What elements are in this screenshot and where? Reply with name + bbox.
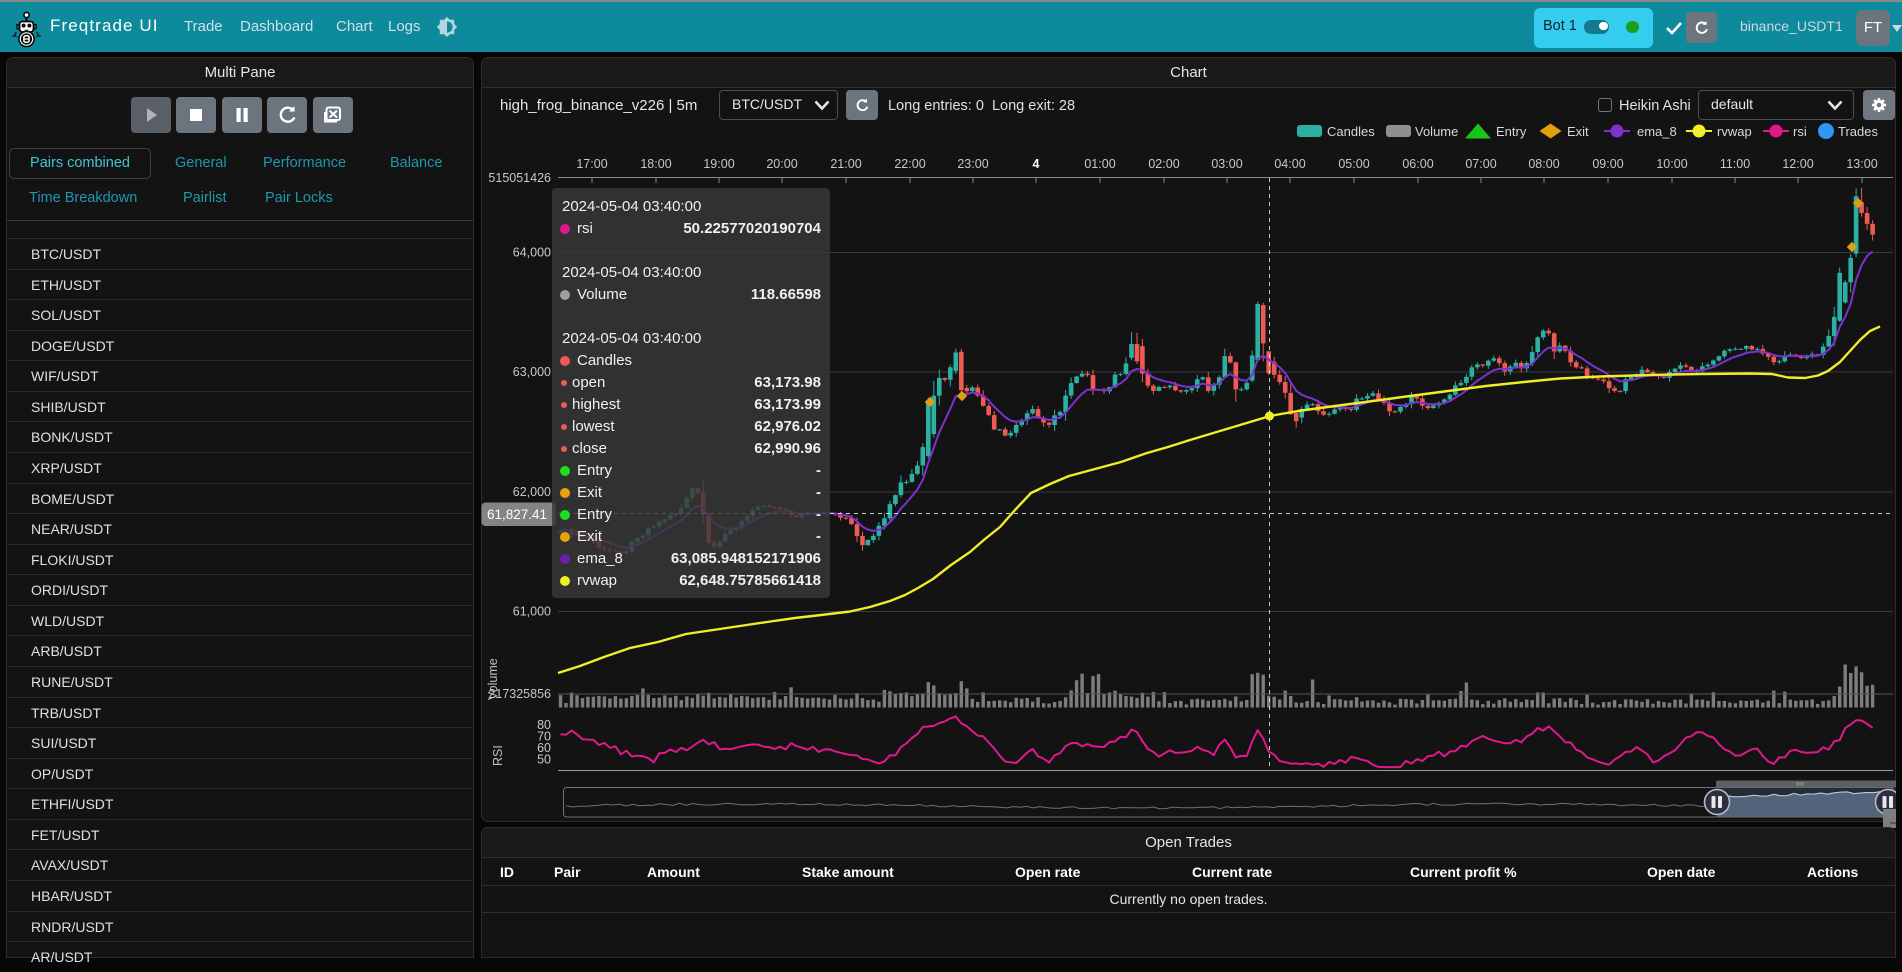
svg-text:08:00: 08:00: [1528, 157, 1559, 171]
svg-text:05:00: 05:00: [1338, 157, 1369, 171]
svg-text:06:00: 06:00: [1402, 157, 1433, 171]
svg-text:ema_8: ema_8: [1637, 124, 1677, 139]
svg-text:13:00: 13:00: [1846, 157, 1877, 171]
svg-text:10:00: 10:00: [1656, 157, 1687, 171]
svg-text:21:00: 21:00: [830, 157, 861, 171]
svg-text:Entry: Entry: [1496, 124, 1527, 139]
svg-text:01:00: 01:00: [1084, 157, 1115, 171]
svg-text:4: 4: [1033, 157, 1040, 171]
svg-text:07:00: 07:00: [1465, 157, 1496, 171]
svg-text:RSI: RSI: [491, 745, 505, 766]
svg-text:rsi: rsi: [1793, 124, 1807, 139]
svg-text:02:00: 02:00: [1148, 157, 1179, 171]
svg-text:64,000: 64,000: [513, 246, 551, 260]
svg-text:19:00: 19:00: [703, 157, 734, 171]
svg-text:18:00: 18:00: [640, 157, 671, 171]
svg-text:09:00: 09:00: [1592, 157, 1623, 171]
svg-text:20:00: 20:00: [766, 157, 797, 171]
svg-text:61,000: 61,000: [513, 605, 551, 619]
svg-text:61,827.41: 61,827.41: [487, 507, 547, 522]
svg-text:22:00: 22:00: [894, 157, 925, 171]
svg-text:Volume: Volume: [486, 658, 500, 700]
svg-text:63,000: 63,000: [513, 365, 551, 379]
svg-text:Candles: Candles: [1327, 124, 1375, 139]
svg-text:11:00: 11:00: [1720, 157, 1750, 171]
svg-text:03:00: 03:00: [1211, 157, 1242, 171]
svg-text:04:00: 04:00: [1274, 157, 1305, 171]
svg-text:515051426: 515051426: [488, 171, 551, 185]
svg-text:50: 50: [537, 753, 551, 767]
svg-text:Trades: Trades: [1838, 124, 1878, 139]
svg-text:12:00: 12:00: [1782, 157, 1813, 171]
svg-text:rvwap: rvwap: [1717, 124, 1752, 139]
svg-text:Exit: Exit: [1567, 124, 1589, 139]
svg-text:23:00: 23:00: [957, 157, 988, 171]
svg-text:Volume: Volume: [1415, 124, 1458, 139]
svg-text:17:00: 17:00: [576, 157, 607, 171]
svg-text:62,000: 62,000: [513, 485, 551, 499]
